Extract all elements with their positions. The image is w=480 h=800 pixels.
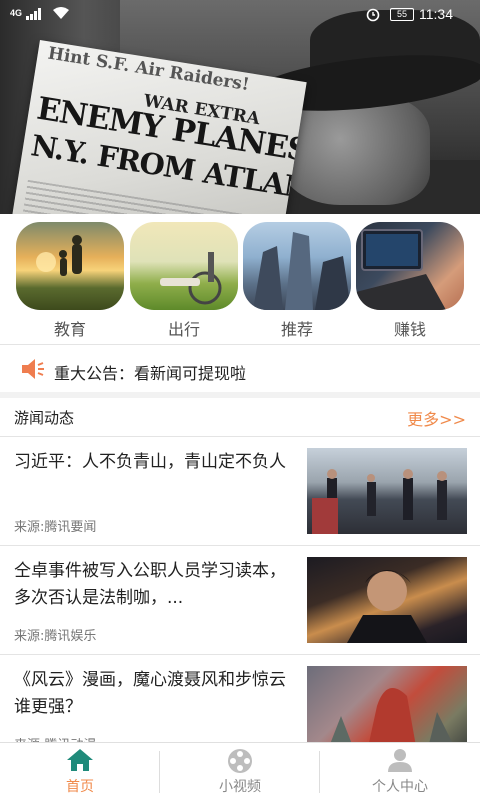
divider	[0, 344, 480, 345]
tab-home[interactable]: 首页	[0, 743, 160, 800]
news-headline: 《风云》漫画，魔心渡聂风和步惊云谁更强？	[14, 670, 286, 717]
news-thumbnail	[307, 557, 467, 643]
category-travel[interactable]: 出行	[130, 222, 238, 342]
home-icon	[66, 748, 94, 776]
signal-icon	[26, 8, 44, 20]
news-headline: 习近平：人不负青山，青山定不负人	[14, 452, 286, 472]
category-recommend[interactable]: 推荐	[243, 222, 351, 342]
alarm-icon	[365, 6, 381, 25]
announcement-bar[interactable]: 重大公告：看新闻可提现啦	[0, 346, 480, 392]
news-source: 来源:腾讯娱乐	[14, 629, 97, 644]
film-reel-icon	[226, 748, 254, 778]
tab-short-video-label: 小视频	[219, 779, 261, 795]
news-thumbnail	[307, 666, 467, 752]
speaker-icon	[20, 358, 46, 384]
bottom-tab-bar: 首页 小视频 个人中心	[0, 742, 480, 800]
newspaper-top-text: Hint S.F. Air Raiders!	[46, 43, 251, 96]
tab-short-video[interactable]: 小视频	[160, 743, 320, 800]
category-row: 教育 出行 推荐 赚钱	[0, 222, 480, 342]
section-title: 游闻动态	[14, 409, 75, 427]
news-source: 来源:腾讯要闻	[14, 520, 97, 535]
more-link[interactable]: 更多>>	[407, 406, 466, 430]
news-thumbnail	[307, 448, 467, 534]
person-icon	[386, 748, 414, 776]
category-earn-money[interactable]: 赚钱	[356, 222, 464, 342]
wifi-icon	[52, 6, 70, 23]
announcement-text: 重大公告：看新闻可提现啦	[54, 364, 247, 383]
status-bar: 4G 55 11:34	[0, 0, 480, 30]
category-recommend-image	[243, 222, 351, 310]
category-earn-money-image	[356, 222, 464, 310]
category-recommend-label: 推荐	[280, 320, 313, 339]
category-travel-image	[130, 222, 238, 310]
news-section-header: 游闻动态 更多>>	[0, 398, 480, 436]
clock: 11:34	[419, 6, 453, 22]
tab-profile[interactable]: 个人中心	[320, 743, 480, 800]
tab-profile-label: 个人中心	[372, 779, 428, 795]
category-education[interactable]: 教育	[16, 222, 124, 342]
top-banner[interactable]: Hint S.F. Air Raiders! WAR EXTRA ENEMY P…	[0, 0, 480, 214]
battery-indicator: 55	[390, 8, 414, 21]
news-item[interactable]: 仝卓事件被写入公职人员学习读本，多次否认是法制咖，... 来源:腾讯娱乐	[0, 546, 480, 654]
category-travel-label: 出行	[167, 320, 200, 339]
news-item[interactable]: 习近平：人不负青山，青山定不负人 来源:腾讯要闻	[0, 437, 480, 545]
network-type: 4G	[10, 8, 23, 18]
tab-home-label: 首页	[66, 779, 94, 795]
category-earn-money-label: 赚钱	[393, 320, 426, 339]
category-education-label: 教育	[53, 320, 86, 339]
category-education-image	[16, 222, 124, 310]
news-headline: 仝卓事件被写入公职人员学习读本，多次否认是法制咖，...	[14, 561, 286, 608]
